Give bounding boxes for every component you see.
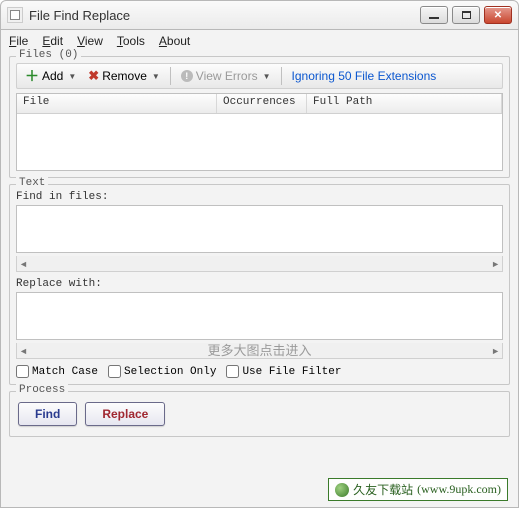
menu-edit[interactable]: Edit (42, 34, 63, 48)
files-group: Files (0) ＋ Add ▼ ✖ Remove ▼ ! View Erro… (9, 56, 510, 178)
footer-site-name: 久友下载站 (353, 481, 413, 498)
watermark-logo-icon (335, 483, 349, 497)
error-icon: ! (181, 70, 193, 82)
dropdown-icon: ▼ (68, 72, 76, 81)
use-file-filter-checkbox[interactable]: Use File Filter (226, 365, 341, 378)
col-occurrences[interactable]: Occurrences (217, 94, 307, 113)
files-group-label: Files (0) (16, 49, 81, 61)
plus-icon: ＋ (25, 66, 39, 86)
view-errors-label: View Errors (196, 69, 258, 83)
text-group: Text Find in files: ◄► Replace with: ◄► … (9, 184, 510, 385)
app-icon (7, 7, 23, 23)
window-title: File Find Replace (29, 8, 420, 23)
options-row: Match Case Selection Only Use File Filte… (16, 365, 503, 378)
add-label: Add (42, 69, 63, 83)
match-case-input[interactable] (16, 365, 29, 378)
replace-input[interactable] (16, 292, 503, 340)
footer-watermark: 久友下载站 (www.9upk.com) (328, 478, 508, 501)
separator (170, 67, 171, 85)
footer-site-url: (www.9upk.com) (417, 482, 501, 497)
maximize-button[interactable] (452, 6, 480, 24)
selection-only-input[interactable] (108, 365, 121, 378)
use-file-filter-input[interactable] (226, 365, 239, 378)
find-scrollbar[interactable]: ◄► (16, 256, 503, 272)
col-fullpath[interactable]: Full Path (307, 94, 502, 113)
menu-about[interactable]: About (159, 34, 190, 48)
col-file[interactable]: File (17, 94, 217, 113)
window-controls: ✕ (420, 6, 512, 24)
files-toolbar: ＋ Add ▼ ✖ Remove ▼ ! View Errors ▼ Ignor… (16, 63, 503, 89)
selection-only-checkbox[interactable]: Selection Only (108, 365, 216, 378)
match-case-checkbox[interactable]: Match Case (16, 365, 98, 378)
process-buttons: Find Replace (16, 398, 503, 430)
titlebar: File Find Replace ✕ (0, 0, 519, 30)
find-input[interactable] (16, 205, 503, 253)
remove-button[interactable]: ✖ Remove ▼ (84, 66, 164, 86)
process-group: Process Find Replace (9, 391, 510, 437)
files-table[interactable]: File Occurrences Full Path (16, 93, 503, 171)
dropdown-icon: ▼ (152, 72, 160, 81)
replace-scrollbar[interactable]: ◄► (16, 343, 503, 359)
content-area: Files (0) ＋ Add ▼ ✖ Remove ▼ ! View Erro… (0, 52, 519, 508)
minimize-button[interactable] (420, 6, 448, 24)
add-button[interactable]: ＋ Add ▼ (21, 64, 80, 88)
separator (281, 67, 282, 85)
menu-tools[interactable]: Tools (117, 34, 145, 48)
close-button[interactable]: ✕ (484, 6, 512, 24)
text-group-label: Text (16, 177, 48, 189)
view-errors-button[interactable]: ! View Errors ▼ (177, 67, 275, 85)
selection-only-label: Selection Only (124, 366, 216, 378)
replace-button[interactable]: Replace (85, 402, 165, 426)
replace-label: Replace with: (16, 278, 503, 290)
menu-view[interactable]: View (77, 34, 103, 48)
find-button[interactable]: Find (18, 402, 77, 426)
remove-label: Remove (102, 69, 147, 83)
dropdown-icon: ▼ (263, 72, 271, 81)
process-group-label: Process (16, 384, 68, 396)
match-case-label: Match Case (32, 366, 98, 378)
x-icon: ✖ (88, 68, 99, 84)
find-label: Find in files: (16, 191, 503, 203)
ignore-extensions-label: Ignoring 50 File Extensions (292, 69, 437, 83)
table-header: File Occurrences Full Path (17, 94, 502, 114)
ignore-extensions-link[interactable]: Ignoring 50 File Extensions (288, 67, 441, 85)
use-file-filter-label: Use File Filter (242, 366, 341, 378)
menu-file[interactable]: File (9, 34, 28, 48)
